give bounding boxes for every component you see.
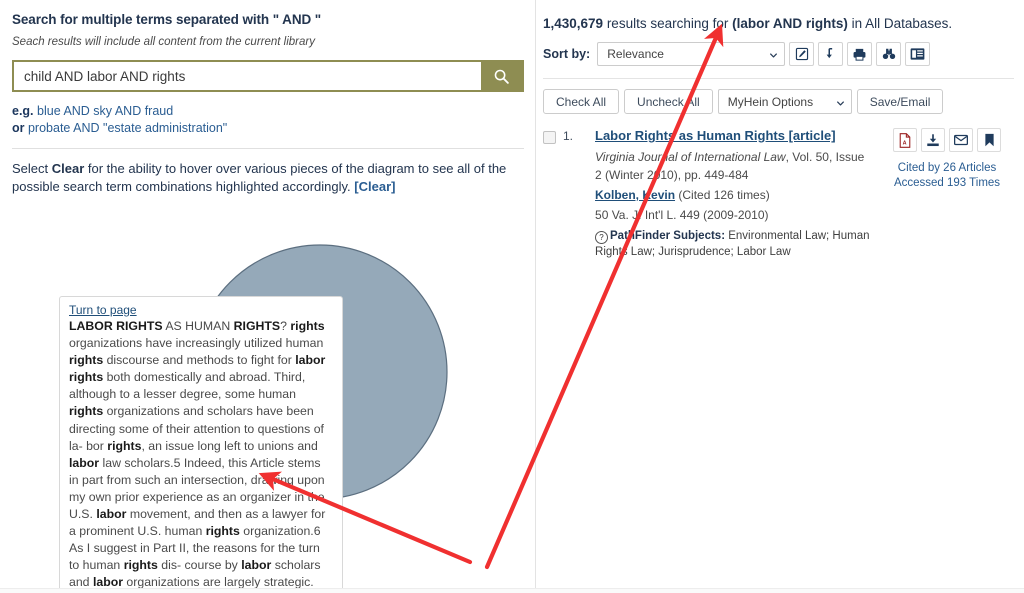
clear-hint: Select Clear for the ability to hover ov… — [12, 160, 512, 196]
snippet-text: LABOR RIGHTS AS HUMAN RIGHTS? rights org… — [69, 318, 333, 592]
result-volume-cite: 50 Va. J. Int'l L. 449 (2009-2010) — [595, 208, 769, 222]
envelope-icon — [954, 134, 969, 146]
snippet-run: both domestically and abroad. Third, alt… — [69, 370, 306, 402]
snippet-run: , an issue long left to unions and — [141, 438, 318, 453]
print-icon — [853, 48, 866, 61]
result-snippet: Turn to page LABOR RIGHTS AS HUMAN RIGHT… — [59, 296, 343, 593]
snippet-run: ? — [280, 319, 291, 333]
result-checkbox[interactable] — [543, 131, 556, 144]
example-prefix-2: or — [12, 121, 25, 135]
chevron-down-icon — [836, 100, 844, 106]
result-stats: Cited by 26 Articles Accessed 193 Times — [887, 161, 1007, 191]
example-prefix-1: e.g. — [12, 104, 34, 118]
snippet-highlight: labor — [241, 558, 272, 573]
results-text-before: results searching for — [603, 16, 733, 31]
list-view-button[interactable] — [905, 42, 931, 66]
snippet-run: discourse and methods to fight for — [103, 353, 296, 368]
result-body: Labor Rights as Human Rights [article] V… — [595, 128, 873, 260]
divider — [12, 148, 524, 149]
save-email-button[interactable]: Save/Email — [856, 89, 944, 114]
page-root: Search for multiple terms separated with… — [0, 0, 1024, 593]
result-author-cited: (Cited 126 times) — [675, 188, 770, 202]
results-count: 1,430,679 — [543, 16, 604, 31]
snippet-highlight: rights — [69, 404, 104, 419]
download-icon — [927, 134, 939, 147]
search-button[interactable] — [481, 60, 524, 92]
snippet-highlight: rights — [107, 438, 142, 453]
chevron-down-icon — [770, 53, 778, 58]
result-index: 1. — [563, 129, 574, 143]
snippet-highlight: rights — [69, 353, 104, 368]
result-item: 1. Labor Rights as Human Rights [article… — [541, 128, 1016, 260]
results-query: (labor AND rights) — [732, 16, 848, 31]
hint-part-2: for the ability to hover over various pi… — [12, 161, 507, 194]
edit-search-button[interactable] — [789, 42, 815, 66]
list-view-icon — [910, 48, 925, 60]
bottom-strip — [0, 588, 1024, 593]
search-input[interactable]: child AND labor AND rights — [12, 60, 481, 92]
snippet-run: AS HUMAN — [162, 319, 234, 333]
bookmark-icon — [984, 133, 994, 147]
results-panel: 1,430,679 results searching for (labor A… — [537, 0, 1024, 593]
snippet-highlight: rights — [290, 319, 325, 333]
search-icon — [494, 69, 509, 84]
hint-part-1: Select — [12, 161, 52, 176]
panel-subheading: Seach results will include all content f… — [12, 36, 315, 48]
results-count-line: 1,430,679 results searching for (labor A… — [543, 16, 1016, 31]
search-row: child AND labor AND rights — [12, 60, 524, 92]
results-text-after: in All Databases. — [847, 16, 953, 31]
download-icon — [826, 47, 832, 59]
binoculars-button[interactable] — [876, 42, 902, 66]
print-button[interactable] — [847, 42, 873, 66]
hint-clear-word: Clear — [51, 161, 85, 176]
pathfinder-label: PathFinder Subjects: — [610, 230, 726, 242]
sort-select[interactable]: Relevance — [597, 42, 786, 66]
snippet-highlight: rights — [123, 558, 158, 573]
binoculars-icon — [882, 48, 895, 60]
result-author-link[interactable]: Kolben, Kevin — [595, 188, 675, 202]
download-button[interactable] — [818, 42, 844, 66]
snippet-run: organizations have increasingly utilized… — [69, 336, 324, 351]
download-result-button[interactable] — [921, 128, 946, 152]
email-button[interactable] — [949, 128, 974, 152]
example-text-2: probate AND "estate administration" — [27, 121, 228, 135]
snippet-highlight: LABOR RIGHTS — [69, 319, 163, 333]
toolbar-divider — [543, 78, 1014, 79]
myhein-options-value: MyHein Options — [727, 94, 814, 109]
sort-label: Sort by: — [543, 47, 591, 61]
clear-link[interactable]: [Clear] — [354, 179, 395, 194]
result-actions: A Cited by 26 Articles Accessed 193 Time… — [887, 128, 1007, 260]
snippet-highlight: labor — [69, 455, 100, 470]
panel-heading: Search for multiple terms separated with… — [12, 12, 322, 27]
edit-search-icon — [795, 47, 808, 61]
example-text-1: blue AND sky AND fraud — [37, 104, 174, 118]
cited-by-text: Cited by 26 Articles — [897, 162, 997, 174]
snippet-highlight: rights — [205, 524, 240, 539]
pdf-button[interactable]: A — [893, 128, 918, 152]
snippet-highlight: labor — [96, 507, 127, 522]
bookmark-button[interactable] — [977, 128, 1002, 152]
snippet-highlight: RIGHTS — [233, 319, 281, 333]
help-icon[interactable]: ? — [595, 231, 609, 244]
accessed-text: Accessed 193 Times — [893, 177, 1001, 189]
svg-text:A: A — [903, 140, 907, 146]
examples: e.g. blue AND sky AND fraud or probate A… — [12, 103, 521, 137]
result-pathfinder: ? PathFinder Subjects: Environmental Law;… — [595, 228, 873, 260]
result-title-link[interactable]: Labor Rights as Human Rights [article] — [595, 128, 873, 144]
sort-value: Relevance — [607, 47, 664, 61]
result-journal: Virginia Journal of International Law — [595, 150, 786, 164]
snippet-run: dis- course by — [157, 558, 242, 573]
result-citation: Virginia Journal of International Law, V… — [595, 148, 873, 184]
actions-row: Check All Uncheck All MyHein Options Sav… — [543, 89, 1016, 114]
check-all-button[interactable]: Check All — [543, 89, 620, 114]
sort-row: Sort by: Relevance — [543, 42, 1016, 66]
pdf-icon: A — [899, 132, 911, 148]
myhein-options-select[interactable]: MyHein Options — [717, 89, 852, 114]
turn-to-page-link[interactable]: Turn to page — [69, 303, 333, 317]
uncheck-all-button[interactable]: Uncheck All — [624, 89, 713, 114]
result-author-line: Kolben, Kevin (Cited 126 times) — [595, 186, 873, 204]
